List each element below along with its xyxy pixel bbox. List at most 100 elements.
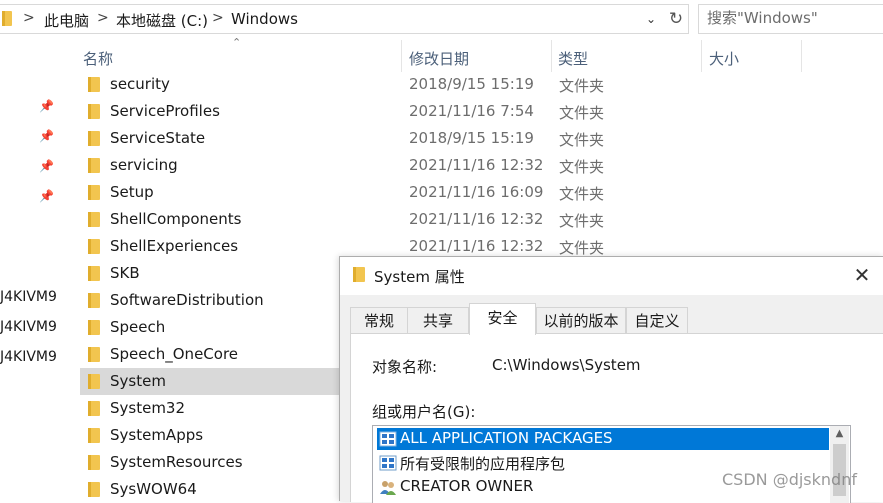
file-date: 2021/11/16 12:32 xyxy=(409,237,544,255)
file-name: ServiceState xyxy=(110,129,206,147)
nav-item[interactable]: J4KIVM9 xyxy=(0,289,57,305)
column-header-date[interactable]: 修改日期 xyxy=(409,48,469,69)
search-input[interactable] xyxy=(699,5,883,31)
folder-icon xyxy=(88,131,100,146)
vertical-scrollbar[interactable]: ▲ xyxy=(830,426,849,503)
search-box[interactable] xyxy=(698,4,883,34)
tab-security[interactable]: 安全 xyxy=(469,303,536,335)
nav-item[interactable]: J4KIVM9 xyxy=(0,319,57,335)
list-item[interactable]: ServiceState 2018/9/15 15:19 文件夹 xyxy=(80,125,882,152)
file-name: SKB xyxy=(110,264,140,282)
column-divider[interactable] xyxy=(801,40,802,72)
file-name: System32 xyxy=(110,399,186,417)
folder-icon xyxy=(88,401,100,416)
breadcrumb-separator: > xyxy=(97,10,109,26)
column-divider[interactable] xyxy=(401,40,402,72)
file-type: 文件夹 xyxy=(559,239,605,257)
pin-icon[interactable]: 📌 xyxy=(39,189,54,203)
file-name: ShellExperiences xyxy=(110,237,239,255)
user-name: ALL APPLICATION PACKAGES xyxy=(400,429,613,447)
file-type: 文件夹 xyxy=(559,104,605,122)
file-name: Setup xyxy=(110,183,154,201)
file-name: SystemResources xyxy=(110,453,243,471)
tab-previous-versions[interactable]: 以前的版本 xyxy=(536,307,626,334)
chevron-down-icon[interactable]: ⌄ xyxy=(646,12,656,26)
file-date: 2021/11/16 7:54 xyxy=(409,102,534,120)
list-item[interactable]: Setup 2021/11/16 16:09 文件夹 xyxy=(80,179,882,206)
list-item[interactable]: servicing 2021/11/16 12:32 文件夹 xyxy=(80,152,882,179)
file-date: 2021/11/16 12:32 xyxy=(409,156,544,174)
folder-icon xyxy=(88,428,100,443)
address-bar[interactable]: > 此电脑 > 本地磁盘 (C:) > Windows ⌄ xyxy=(0,4,665,34)
file-name: ShellComponents xyxy=(110,210,242,228)
refresh-button[interactable]: ↻ xyxy=(664,4,689,34)
breadcrumb-separator: > xyxy=(23,10,35,26)
group-user-label: 组或用户名(G): xyxy=(372,403,476,421)
file-name: SoftwareDistribution xyxy=(110,291,264,309)
user-listbox[interactable]: ALL APPLICATION PACKAGES 所有受限制的应用程序包 CRE… xyxy=(372,425,851,503)
column-header-type[interactable]: 类型 xyxy=(558,48,588,69)
properties-dialog: System 属性 ✕ 常规 共享 安全 以前的版本 自定义 对象名称: C:\… xyxy=(339,256,883,503)
folder-icon xyxy=(353,267,365,282)
user-name: CREATOR OWNER xyxy=(400,477,534,495)
pin-icon[interactable]: 📌 xyxy=(39,159,54,173)
dialog-title: System 属性 xyxy=(374,268,465,286)
sort-ascending-icon: ⌃ xyxy=(232,36,242,49)
package-icon xyxy=(379,431,397,447)
watermark: CSDN @djskndnf xyxy=(722,470,857,489)
folder-icon xyxy=(88,77,100,92)
column-divider[interactable] xyxy=(551,40,552,72)
file-name: Speech xyxy=(110,318,166,336)
file-name: SystemApps xyxy=(110,426,204,444)
folder-icon xyxy=(88,347,100,362)
scroll-up-icon[interactable]: ▲ xyxy=(830,428,849,439)
refresh-icon: ↻ xyxy=(668,9,684,29)
package-icon xyxy=(379,455,397,471)
close-icon[interactable]: ✕ xyxy=(850,263,874,287)
pin-icon[interactable]: 📌 xyxy=(39,129,54,143)
users-icon xyxy=(379,479,397,495)
column-header-size[interactable]: 大小 xyxy=(709,48,739,69)
file-name: security xyxy=(110,75,170,93)
file-date: 2021/11/16 16:09 xyxy=(409,183,544,201)
list-item[interactable]: ShellComponents 2021/11/16 12:32 文件夹 xyxy=(80,206,882,233)
folder-icon xyxy=(88,104,100,119)
folder-icon xyxy=(88,374,100,389)
tab-general[interactable]: 常规 xyxy=(350,307,408,334)
file-name: servicing xyxy=(110,156,178,174)
column-divider[interactable] xyxy=(701,40,702,72)
tab-customize[interactable]: 自定义 xyxy=(626,307,688,334)
file-type: 文件夹 xyxy=(559,185,605,203)
pin-icon[interactable]: 📌 xyxy=(39,99,54,113)
list-item[interactable]: security 2018/9/15 15:19 文件夹 xyxy=(80,71,882,98)
folder-icon xyxy=(88,455,100,470)
folder-icon xyxy=(88,266,100,281)
breadcrumb-separator: > xyxy=(212,10,224,26)
breadcrumb-windows[interactable]: Windows xyxy=(231,10,298,28)
column-header-name[interactable]: 名称 xyxy=(83,48,113,69)
folder-icon xyxy=(88,293,100,308)
user-name: 所有受限制的应用程序包 xyxy=(400,455,566,473)
list-item[interactable]: ServiceProfiles 2021/11/16 7:54 文件夹 xyxy=(80,98,882,125)
file-type: 文件夹 xyxy=(559,131,605,149)
file-date: 2018/9/15 15:19 xyxy=(409,129,534,147)
folder-icon xyxy=(88,482,100,497)
file-type: 文件夹 xyxy=(559,158,605,176)
file-type: 文件夹 xyxy=(559,212,605,230)
file-name: ServiceProfiles xyxy=(110,102,220,120)
file-date: 2021/11/16 12:32 xyxy=(409,210,544,228)
folder-icon xyxy=(88,320,100,335)
object-name-label: 对象名称: xyxy=(372,358,438,376)
file-type: 文件夹 xyxy=(559,77,605,95)
folder-icon xyxy=(88,239,100,254)
dialog-titlebar[interactable]: System 属性 ✕ xyxy=(340,257,883,295)
nav-item[interactable]: J4KIVM9 xyxy=(0,349,57,365)
file-name: Speech_OneCore xyxy=(110,345,239,363)
folder-icon xyxy=(88,212,100,227)
breadcrumb-this-pc[interactable]: 此电脑 xyxy=(44,10,89,31)
folder-icon xyxy=(88,185,100,200)
breadcrumb-local-disk[interactable]: 本地磁盘 (C:) xyxy=(116,10,208,31)
folder-icon xyxy=(88,158,100,173)
tab-sharing[interactable]: 共享 xyxy=(407,307,469,334)
list-item[interactable]: ALL APPLICATION PACKAGES xyxy=(377,428,829,450)
